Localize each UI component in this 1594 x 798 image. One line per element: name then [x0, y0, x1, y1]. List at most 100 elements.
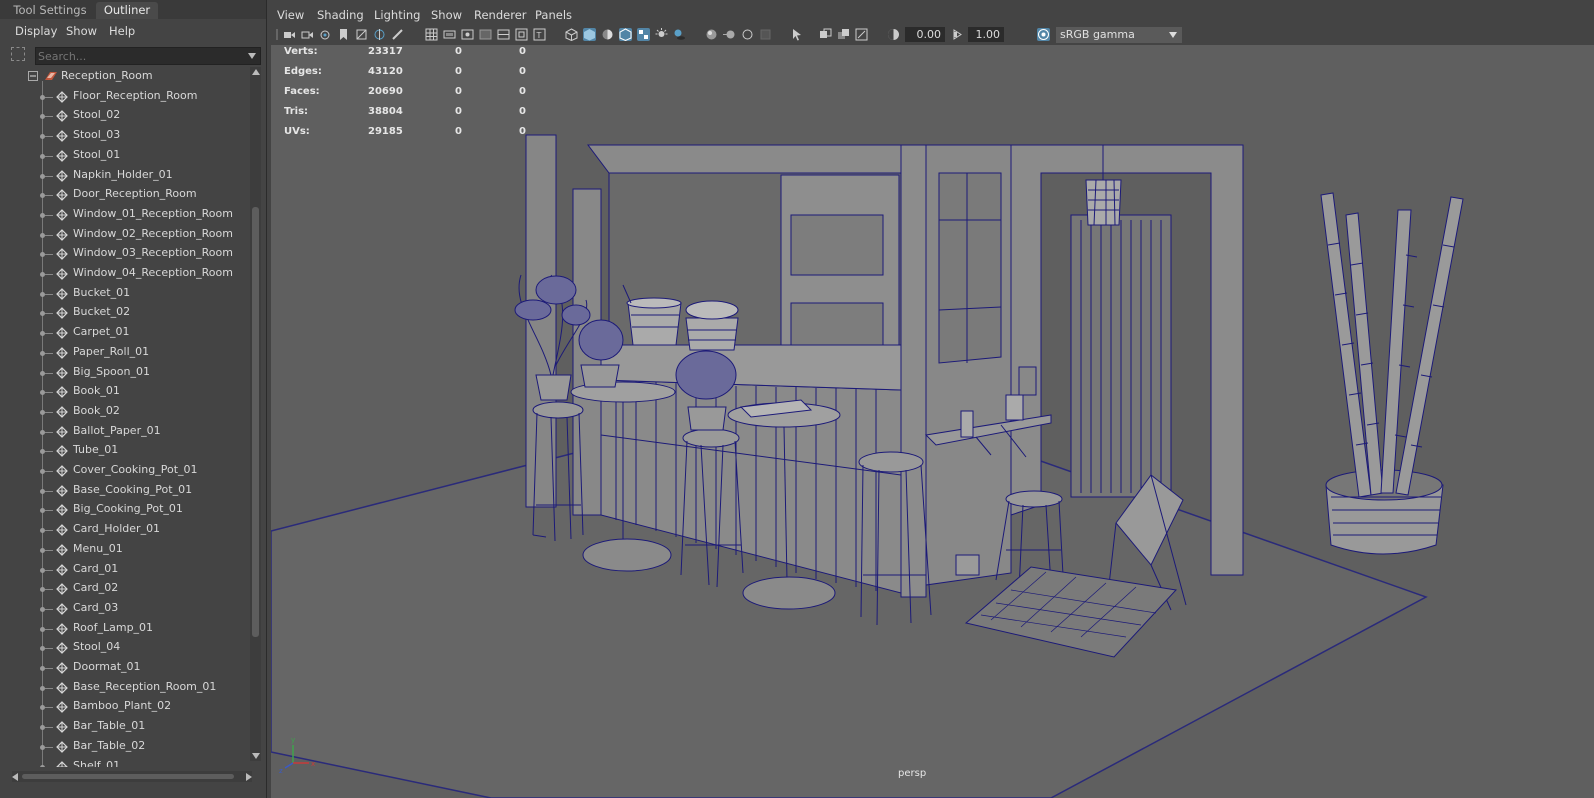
smooth-shade-icon[interactable]: [583, 28, 596, 41]
image-plane-icon[interactable]: [355, 28, 368, 41]
tree-item[interactable]: Tube_01: [0, 441, 250, 461]
menu-show[interactable]: Show: [66, 24, 97, 38]
outliner-tree: Reception_Room Floor_Reception_Room Stool_…: [0, 67, 250, 767]
tree-item[interactable]: Menu_01: [0, 540, 250, 560]
xray-active-components-icon[interactable]: [837, 28, 850, 41]
search-input[interactable]: [38, 48, 238, 64]
tree-item[interactable]: Bamboo_Plant_02: [0, 697, 250, 717]
scroll-up-icon[interactable]: [252, 69, 260, 75]
shadows-icon[interactable]: [673, 28, 686, 41]
tree-item[interactable]: Window_04_Reception_Room: [0, 264, 250, 284]
tree-item[interactable]: Card_03: [0, 599, 250, 619]
tree-item[interactable]: Stool_01: [0, 146, 250, 166]
grid-icon[interactable]: [425, 28, 438, 41]
tree-item[interactable]: Window_01_Reception_Room: [0, 205, 250, 225]
menu-renderer[interactable]: Renderer: [474, 8, 527, 22]
camera-attributes-icon[interactable]: [301, 28, 314, 41]
tree-item[interactable]: Base_Reception_Room_01: [0, 678, 250, 698]
vertical-scrollbar[interactable]: [250, 67, 261, 761]
tree-item[interactable]: Carpet_01: [0, 323, 250, 343]
tree-item[interactable]: Card_Holder_01: [0, 520, 250, 540]
tab-tool-settings[interactable]: Tool Settings: [4, 2, 96, 19]
tree-item[interactable]: Stool_02: [0, 106, 250, 126]
xray-joints-icon[interactable]: [855, 28, 868, 41]
screen-space-ao-icon[interactable]: [705, 28, 718, 41]
safe-title-icon[interactable]: T: [533, 28, 546, 41]
tree-item[interactable]: Roof_Lamp_01: [0, 619, 250, 639]
tree-item[interactable]: Book_02: [0, 402, 250, 422]
collapse-icon[interactable]: [28, 71, 38, 81]
tree-item[interactable]: Bucket_02: [0, 303, 250, 323]
chevron-down-icon[interactable]: [1169, 32, 1177, 38]
bookmark-icon[interactable]: [337, 28, 350, 41]
tree-item[interactable]: Door_Reception_Room: [0, 185, 250, 205]
grease-pencil-icon[interactable]: [391, 28, 404, 41]
tree-item[interactable]: Napkin_Holder_01: [0, 166, 250, 186]
textured-icon[interactable]: [637, 28, 650, 41]
select-camera-icon[interactable]: [283, 28, 296, 41]
color-space-select[interactable]: sRGB gamma: [1056, 27, 1182, 43]
tree-item[interactable]: Card_01: [0, 560, 250, 580]
depth-of-field-icon[interactable]: [759, 28, 772, 41]
resolution-gate-icon[interactable]: [461, 28, 474, 41]
default-material-icon[interactable]: [601, 28, 614, 41]
tree-item[interactable]: Paper_Roll_01: [0, 343, 250, 363]
exposure-field[interactable]: 0.00: [905, 27, 945, 42]
view-transform-icon[interactable]: [1037, 28, 1050, 41]
gamma-icon[interactable]: [951, 28, 964, 41]
scroll-down-icon[interactable]: [252, 753, 260, 759]
gate-mask-icon[interactable]: [479, 28, 492, 41]
tree-item[interactable]: Card_02: [0, 579, 250, 599]
tree-item[interactable]: Base_Cooking_Pot_01: [0, 481, 250, 501]
horizontal-scrollbar[interactable]: [12, 771, 252, 782]
scroll-left-icon[interactable]: [12, 773, 18, 781]
menu-display[interactable]: Display: [15, 24, 57, 38]
xray-icon[interactable]: [819, 28, 832, 41]
scroll-thumb[interactable]: [252, 207, 259, 637]
menu-help[interactable]: Help: [109, 24, 135, 38]
field-chart-icon[interactable]: [497, 28, 510, 41]
search-field[interactable]: [35, 47, 261, 65]
anti-aliasing-icon[interactable]: [741, 28, 754, 41]
tree-item[interactable]: Bar_Table_01: [0, 717, 250, 737]
2d-pan-zoom-icon[interactable]: [373, 28, 386, 41]
menu-shading[interactable]: Shading: [317, 8, 364, 22]
filter-icon[interactable]: [11, 47, 25, 61]
menu-view[interactable]: View: [277, 8, 304, 22]
safe-action-icon[interactable]: [515, 28, 528, 41]
tree-item[interactable]: Stool_03: [0, 126, 250, 146]
tree-root-reception-room[interactable]: Reception_Room: [0, 67, 250, 87]
tree-item[interactable]: Doormat_01: [0, 658, 250, 678]
menu-lighting[interactable]: Lighting: [374, 8, 420, 22]
tree-item[interactable]: Floor_Reception_Room: [0, 87, 250, 107]
wireframe-icon[interactable]: [565, 28, 578, 41]
hud-verts-sel: 0: [455, 46, 462, 57]
menu-show[interactable]: Show: [431, 8, 462, 22]
tree-item[interactable]: Stool_04: [0, 638, 250, 658]
tree-item[interactable]: Window_02_Reception_Room: [0, 225, 250, 245]
tree-item-label: Book_02: [73, 404, 120, 417]
tree-item[interactable]: Window_03_Reception_Room: [0, 244, 250, 264]
tree-item[interactable]: Shelf_01: [0, 757, 250, 767]
scroll-thumb-horizontal[interactable]: [22, 774, 234, 779]
use-all-lights-icon[interactable]: [655, 28, 668, 41]
tab-outliner[interactable]: Outliner: [96, 2, 158, 19]
tree-item[interactable]: Cover_Cooking_Pot_01: [0, 461, 250, 481]
tree-item[interactable]: Bar_Table_02: [0, 737, 250, 757]
tree-item[interactable]: Big_Cooking_Pot_01: [0, 500, 250, 520]
scroll-right-icon[interactable]: [246, 773, 252, 781]
film-gate-icon[interactable]: [443, 28, 456, 41]
tree-item[interactable]: Ballot_Paper_01: [0, 422, 250, 442]
isolate-select-icon[interactable]: [791, 28, 804, 41]
bookmarks-icon[interactable]: [319, 28, 332, 41]
tree-item[interactable]: Bucket_01: [0, 284, 250, 304]
tree-item[interactable]: Book_01: [0, 382, 250, 402]
gamma-field[interactable]: 1.00: [968, 27, 1004, 42]
tree-item[interactable]: Big_Spoon_01: [0, 363, 250, 383]
wireframe-on-shaded-icon[interactable]: [619, 28, 632, 41]
chevron-down-icon[interactable]: [248, 53, 256, 59]
scene-view[interactable]: Verts: 23317 0 0 Edges: 43120 0 0 Faces:…: [271, 45, 1594, 798]
exposure-icon[interactable]: [887, 28, 900, 41]
motion-blur-icon[interactable]: [723, 28, 736, 41]
menu-panels[interactable]: Panels: [535, 8, 572, 22]
